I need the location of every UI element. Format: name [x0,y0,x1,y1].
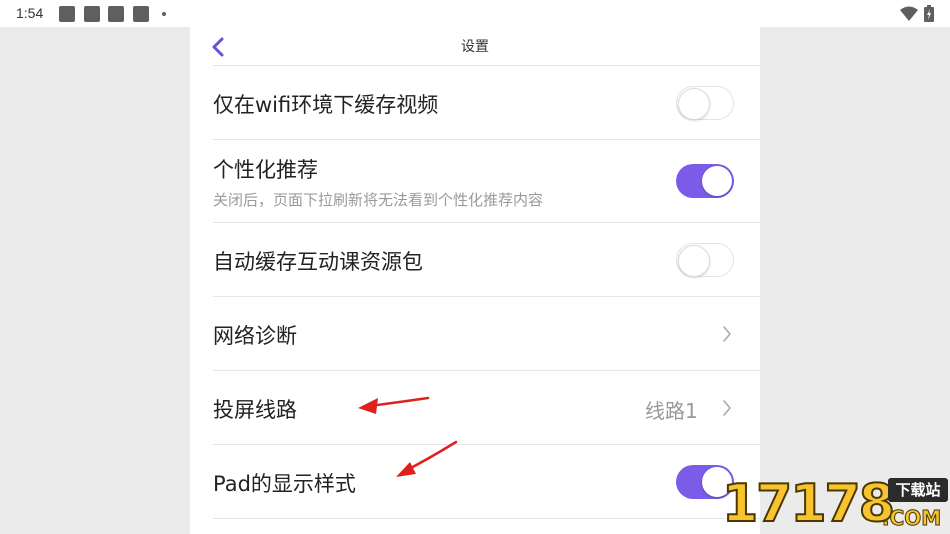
watermark-number: 17178 [721,473,896,534]
setting-row-cast-line[interactable]: 投屏线路 线路1 [213,371,760,445]
setting-label: 个性化推荐 [213,158,318,182]
app-notification-icon [59,6,75,22]
setting-row-pad-style: Pad的显示样式 [213,445,760,519]
watermark-logo: 17178 下载站 .COM [721,473,950,534]
status-time: 1:54 [16,5,44,21]
setting-label: 网络诊断 [213,324,297,348]
setting-row-personalized: 个性化推荐 关闭后，页面下拉刷新将无法看到个性化推荐内容 [213,140,760,223]
toggle-knob [678,245,710,277]
wifi-icon [900,6,918,21]
watermark-domain: .COM [881,506,942,531]
setting-label: 投屏线路 [213,398,297,422]
setting-row-wifi-only-cache: 仅在wifi环境下缓存视频 [213,66,760,140]
setting-row-network-diagnosis[interactable]: 网络诊断 [213,297,760,371]
settings-panel: 设置 仅在wifi环境下缓存视频 个性化推荐 关闭后，页面下拉刷新将无法看到个性… [190,27,760,534]
wifi-only-cache-toggle[interactable] [676,86,734,120]
auto-cache-toggle[interactable] [676,243,734,277]
app-notification-icon [108,6,124,22]
personalized-toggle[interactable] [676,164,734,198]
status-bar: 1:54 [0,0,950,27]
setting-label: 自动缓存互动课资源包 [213,250,423,274]
chevron-left-icon[interactable] [211,37,225,57]
cast-line-value: 线路1 [645,399,698,423]
setting-row-auto-cache: 自动缓存互动课资源包 [213,223,760,297]
page-title: 设置 [461,39,489,55]
app-notification-icon [84,6,100,22]
more-notifications-dot-icon [162,12,166,16]
battery-icon [924,5,934,22]
app-notification-icon [133,6,149,22]
setting-label: 仅在wifi环境下缓存视频 [213,93,439,117]
watermark-badge: 下载站 [888,478,948,502]
chevron-right-icon [723,326,731,342]
header: 设置 [190,27,760,65]
setting-label: Pad的显示样式 [213,472,356,496]
toggle-knob [702,166,732,196]
toggle-knob [678,88,710,120]
setting-description: 关闭后，页面下拉刷新将无法看到个性化推荐内容 [213,191,544,209]
chevron-right-icon [723,400,731,416]
